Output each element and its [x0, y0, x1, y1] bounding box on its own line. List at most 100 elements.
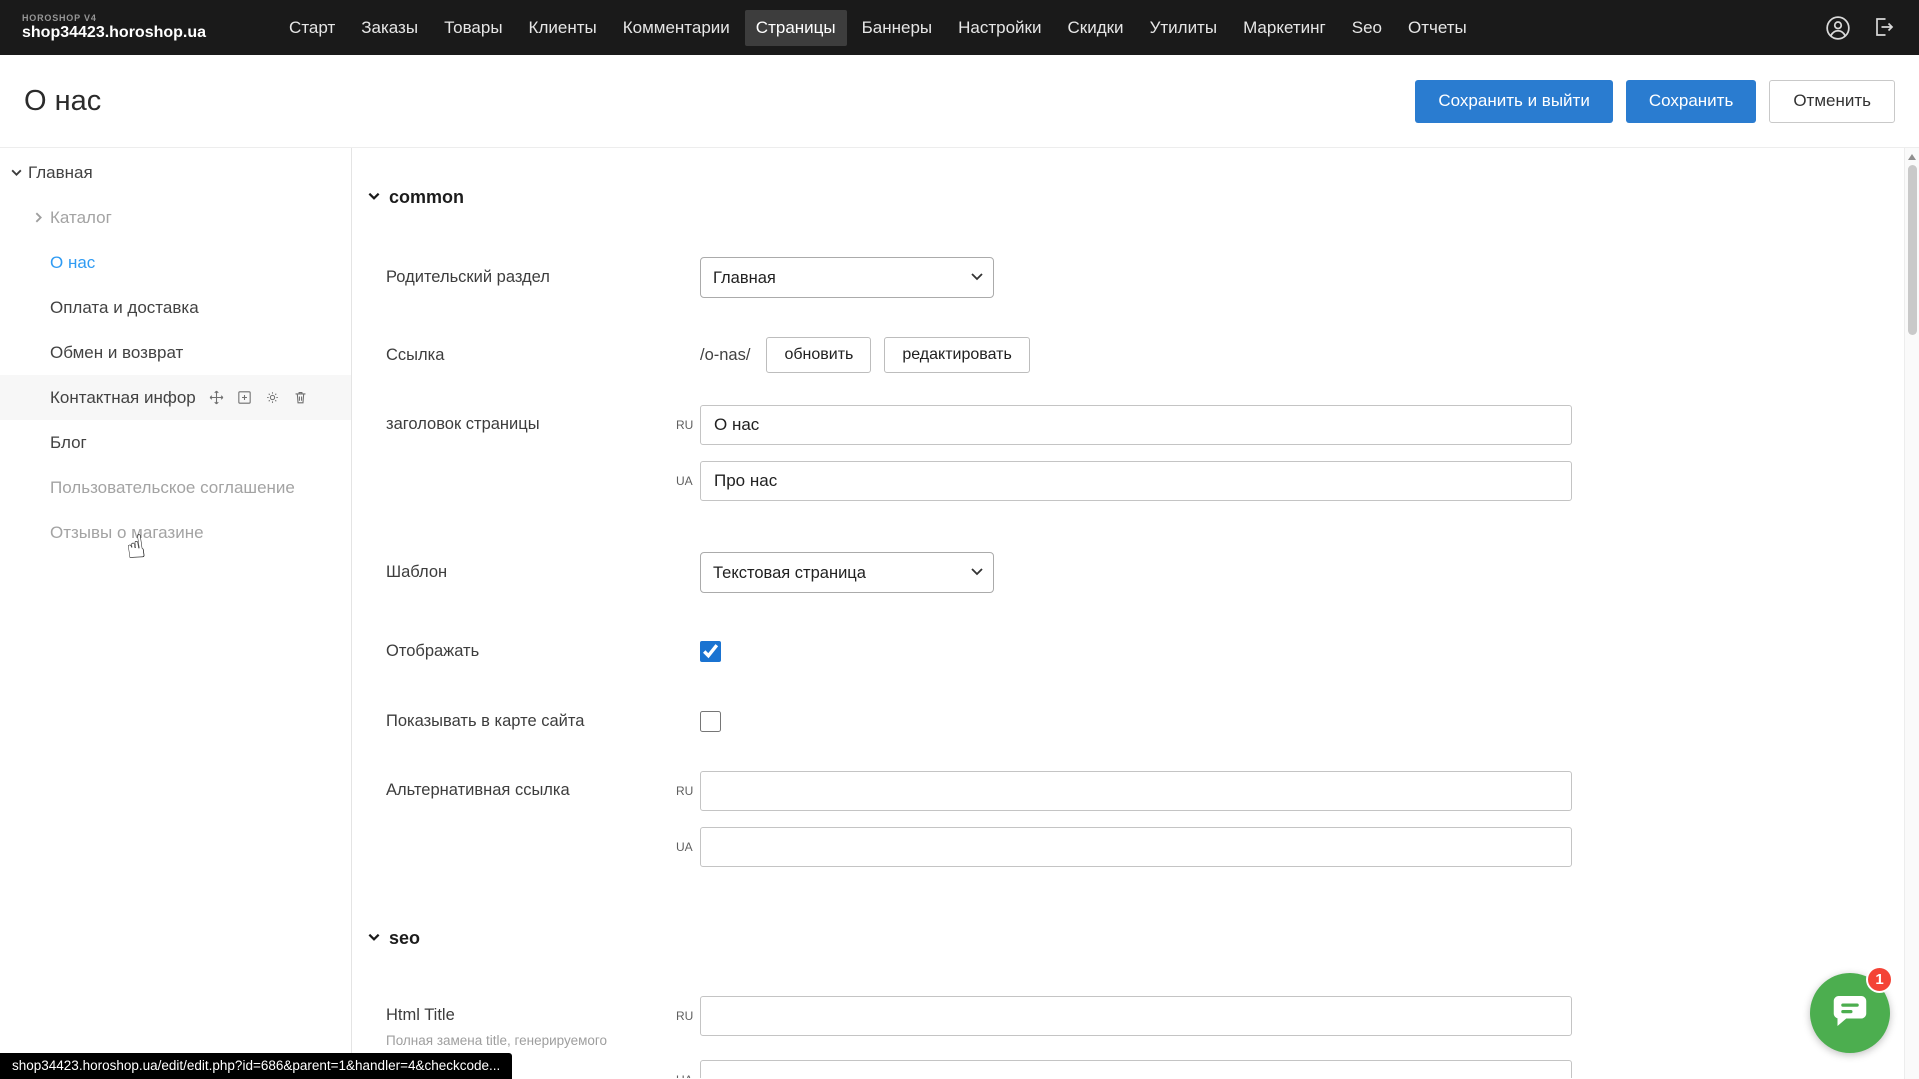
section-title: common — [389, 187, 464, 208]
field-label: Шаблон — [386, 563, 700, 582]
add-icon[interactable] — [236, 389, 253, 406]
link-preview-statusbar: shop34423.horoshop.ua/edit/edit.php?id=6… — [0, 1053, 512, 1079]
template-select-wrap: Текстовая страница — [700, 552, 994, 593]
field-hint: Полная замена title, генерируемого — [386, 1032, 656, 1049]
field-label: Показывать в карте сайта — [386, 712, 700, 731]
account-icon[interactable] — [1825, 15, 1851, 41]
move-icon[interactable] — [208, 389, 225, 406]
nav-item-seo[interactable]: Seo — [1341, 10, 1393, 46]
parent-section-select-wrap: Главная — [700, 257, 994, 298]
page-header: О нас Сохранить и выйти Сохранить Отмени… — [0, 55, 1919, 147]
page-title-ru-input[interactable] — [700, 405, 1572, 445]
page-title-ua-input[interactable] — [700, 461, 1572, 501]
page-title-row: заголовок страницы RU UA — [352, 405, 1919, 501]
nav-item-start[interactable]: Старт — [278, 10, 346, 46]
section-seo[interactable]: seo — [352, 927, 1919, 949]
template-select[interactable]: Текстовая страница — [700, 552, 994, 593]
alt-link-ua-input[interactable] — [700, 827, 1572, 867]
sitemap-row: Показывать в карте сайта — [352, 710, 1919, 732]
nav-item-settings[interactable]: Настройки — [947, 10, 1052, 46]
field-label: Ссылка — [386, 346, 700, 365]
tree-item-label: Обмен и возврат — [50, 343, 183, 363]
parent-section-select[interactable]: Главная — [700, 257, 994, 298]
display-checkbox[interactable] — [700, 641, 721, 662]
chat-icon — [1830, 992, 1870, 1035]
field-label: заголовок страницы — [386, 405, 676, 434]
chevron-down-icon[interactable] — [10, 166, 23, 179]
lang-badge-ru: RU — [676, 784, 693, 798]
logout-icon[interactable] — [1871, 15, 1897, 41]
parent-section-row: Родительский раздел Главная — [352, 257, 1919, 298]
html-title-ua-input[interactable] — [700, 1060, 1572, 1078]
top-navbar: HOROSHOP V4 shop34423.horoshop.ua Старт … — [0, 0, 1919, 55]
page-edit-form: common Родительский раздел Главная Ссылк… — [352, 148, 1919, 1078]
tree-item-oplata-i-dostavka[interactable]: Оплата и доставка — [0, 285, 351, 330]
edit-link-button[interactable]: редактировать — [884, 337, 1029, 373]
nav-item-reports[interactable]: Отчеты — [1397, 10, 1478, 46]
tree-item-glavnaya[interactable]: Главная — [0, 150, 351, 195]
tree-item-obmen-i-vozvrat[interactable]: Обмен и возврат — [0, 330, 351, 375]
nav-item-utilities[interactable]: Утилиты — [1139, 10, 1229, 46]
field-label: Родительский раздел — [386, 268, 700, 287]
tree-item-label: Отзывы о магазине — [50, 523, 204, 543]
chevron-down-icon — [367, 928, 381, 949]
nav-item-banners[interactable]: Баннеры — [851, 10, 944, 46]
lang-badge-ru: RU — [676, 418, 693, 432]
save-and-exit-button[interactable]: Сохранить и выйти — [1415, 80, 1612, 123]
nav-item-products[interactable]: Товары — [433, 10, 513, 46]
vertical-scrollbar[interactable] — [1904, 148, 1919, 1079]
nav-item-marketing[interactable]: Маркетинг — [1232, 10, 1337, 46]
chat-widget-button[interactable]: 1 — [1810, 973, 1890, 1053]
nav-item-comments[interactable]: Комментарии — [612, 10, 741, 46]
chevron-down-icon — [367, 187, 381, 208]
refresh-link-button[interactable]: обновить — [766, 337, 871, 373]
nav-item-orders[interactable]: Заказы — [350, 10, 429, 46]
gear-icon[interactable] — [264, 389, 281, 406]
chat-unread-badge: 1 — [1866, 966, 1893, 993]
logo[interactable]: HOROSHOP V4 shop34423.horoshop.ua — [22, 13, 206, 42]
template-row: Шаблон Текстовая страница — [352, 552, 1919, 593]
chevron-right-icon[interactable] — [32, 211, 45, 224]
scrollbar-thumb[interactable] — [1908, 165, 1917, 335]
navbar-right — [1825, 15, 1897, 41]
link-row: Ссылка /o-nas/ обновить редактировать — [352, 337, 1919, 373]
tree-item-o-nas[interactable]: О нас — [0, 240, 351, 285]
nav-item-pages[interactable]: Страницы — [745, 10, 847, 46]
field-label-block: Html Title Полная замена title, генериру… — [386, 996, 676, 1049]
alt-link-ru-input[interactable] — [700, 771, 1572, 811]
html-title-ru-input[interactable] — [700, 996, 1572, 1036]
tree-item-blog[interactable]: Блог — [0, 420, 351, 465]
lang-row-ua: UA — [676, 827, 1572, 867]
lang-badge-ua: UA — [676, 840, 693, 854]
save-button[interactable]: Сохранить — [1626, 80, 1756, 123]
section-title: seo — [389, 928, 420, 949]
lang-badge-ru: RU — [676, 1009, 693, 1023]
tree-item-label: Контактная инфор — [50, 388, 196, 408]
html-title-inputs: RU UA — [676, 996, 1572, 1078]
section-common[interactable]: common — [352, 186, 1919, 208]
display-row: Отображать — [352, 640, 1919, 662]
sitemap-checkbox[interactable] — [700, 711, 721, 732]
tree-item-label: Оплата и доставка — [50, 298, 199, 318]
trash-icon[interactable] — [292, 389, 309, 406]
tree-item-label: Блог — [50, 433, 87, 453]
tree-item-label: Пользовательское соглашение — [50, 478, 295, 498]
tree-item-katalog[interactable]: Каталог — [0, 195, 351, 240]
alt-link-row: Альтернативная ссылка RU UA — [352, 771, 1919, 867]
link-path: /o-nas/ — [700, 346, 750, 365]
tree-item-actions — [208, 389, 309, 406]
lang-badge-ua: UA — [676, 1073, 693, 1078]
nav-item-clients[interactable]: Клиенты — [518, 10, 608, 46]
logo-version: HOROSHOP V4 — [22, 13, 206, 23]
tree-item-label: О нас — [50, 253, 95, 273]
scroll-up-icon[interactable] — [1908, 154, 1916, 160]
page-title-inputs: RU UA — [676, 405, 1572, 501]
nav-item-discounts[interactable]: Скидки — [1056, 10, 1134, 46]
cancel-button[interactable]: Отменить — [1769, 80, 1895, 123]
tree-item-kontaktnaya-informaciya[interactable]: Контактная инфор — [0, 375, 351, 420]
header-actions: Сохранить и выйти Сохранить Отменить — [1415, 80, 1895, 123]
tree-item-otzyvy-o-magazine[interactable]: Отзывы о магазине — [0, 510, 351, 555]
tree-item-polzovatelskoe-soglashenie[interactable]: Пользовательское соглашение — [0, 465, 351, 510]
pages-tree-sidebar: Главная Каталог О нас Оплата и доставка … — [0, 148, 352, 1078]
lang-row-ru: RU — [676, 405, 1572, 445]
